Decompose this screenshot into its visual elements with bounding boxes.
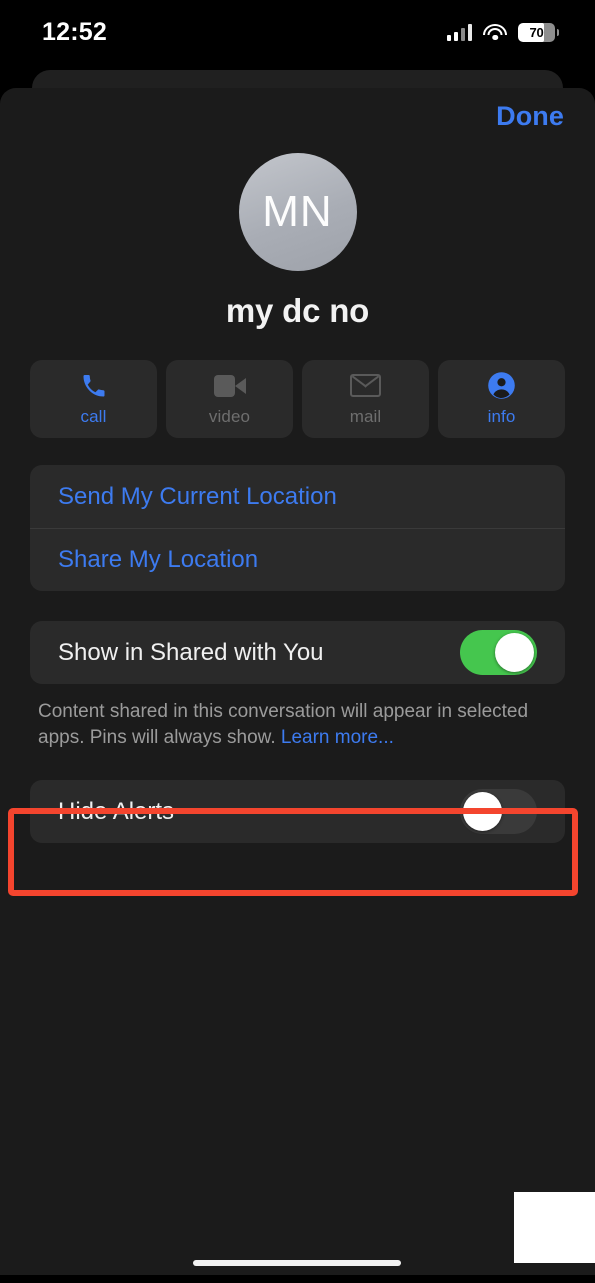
- phone-screen: 12:52 70 Done MN my dc no call video mai…: [0, 0, 595, 1283]
- call-button[interactable]: call: [30, 360, 157, 438]
- contact-action-buttons: call video mail info: [30, 360, 565, 438]
- bottom-strip: [0, 1275, 595, 1283]
- contact-name: my dc no: [225, 292, 370, 329]
- status-time: 12:52: [42, 17, 107, 46]
- person-circle-icon: [487, 372, 516, 400]
- sheet-header: Done: [0, 88, 595, 144]
- mail-button-label: mail: [349, 406, 382, 426]
- status-indicators: 70: [446, 22, 559, 42]
- learn-more-link[interactable]: Learn more...: [281, 727, 394, 748]
- shared-with-you-footnote: Content shared in this conversation will…: [38, 699, 557, 750]
- white-overlay-box: [514, 1192, 595, 1263]
- avatar-initials: MN: [262, 187, 333, 236]
- show-in-shared-with-you-row[interactable]: Show in Shared with You: [30, 621, 565, 684]
- status-bar: 12:52 70: [0, 0, 595, 64]
- location-card: Send My Current Location Share My Locati…: [30, 465, 565, 591]
- contact-details-sheet: Done MN my dc no call video mail info Se…: [0, 88, 595, 1283]
- call-button-label: call: [80, 406, 107, 426]
- envelope-icon: [350, 372, 381, 400]
- done-button[interactable]: Done: [496, 101, 564, 132]
- show-in-shared-with-you-label: Show in Shared with You: [58, 638, 324, 666]
- video-button[interactable]: video: [166, 360, 293, 438]
- cellular-signal-icon: [446, 23, 472, 41]
- send-my-current-location-label: Send My Current Location: [58, 482, 337, 510]
- share-my-location-label: Share My Location: [58, 545, 259, 573]
- hide-alerts-card: Hide Alerts: [30, 780, 565, 844]
- info-button-label: info: [487, 406, 516, 426]
- avatar[interactable]: MN: [238, 153, 357, 271]
- share-my-location-row[interactable]: Share My Location: [30, 528, 565, 591]
- battery-icon: 70: [518, 22, 559, 42]
- hide-alerts-label: Hide Alerts: [58, 797, 175, 825]
- battery-percent-label: 70: [529, 24, 544, 40]
- video-button-label: video: [208, 406, 251, 426]
- show-in-shared-with-you-toggle[interactable]: [460, 630, 537, 675]
- wifi-icon: [483, 23, 507, 41]
- mail-button[interactable]: mail: [302, 360, 429, 438]
- home-indicator[interactable]: [193, 1260, 401, 1266]
- contact-header: MN my dc no: [0, 153, 595, 330]
- info-button[interactable]: info: [438, 360, 565, 438]
- phone-icon: [80, 372, 108, 400]
- send-my-current-location-row[interactable]: Send My Current Location: [30, 465, 565, 528]
- hide-alerts-toggle[interactable]: [460, 789, 537, 835]
- hide-alerts-row[interactable]: Hide Alerts: [30, 780, 565, 843]
- video-camera-icon: [213, 372, 246, 400]
- shared-with-you-card: Show in Shared with You: [30, 621, 565, 684]
